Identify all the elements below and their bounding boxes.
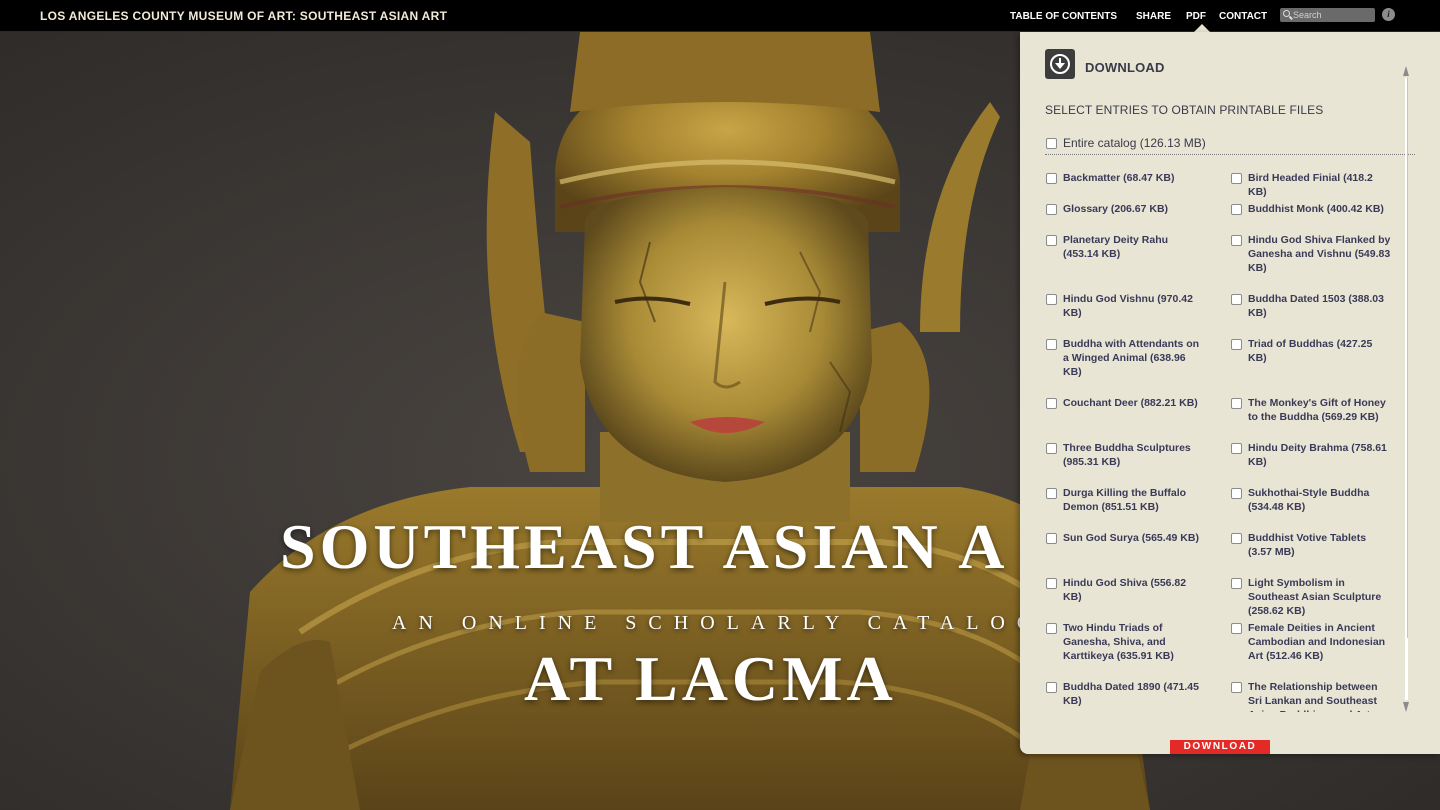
entry-item[interactable]: Buddha Dated 1890 (471.45 KB) <box>1046 680 1206 708</box>
entry-checkbox[interactable] <box>1046 173 1057 184</box>
entry-item[interactable]: Three Buddha Sculptures (985.31 KB) <box>1046 441 1206 469</box>
nav-table-of-contents[interactable]: TABLE OF CONTENTS <box>1010 11 1117 22</box>
nav-share[interactable]: SHARE <box>1136 11 1171 22</box>
entry-label: Buddha with Attendants on a Winged Anima… <box>1063 338 1200 378</box>
entry-checkbox[interactable] <box>1046 488 1057 499</box>
entry-checkbox[interactable] <box>1231 682 1242 693</box>
entry-item[interactable]: The Relationship between Sri Lankan and … <box>1231 680 1391 712</box>
entry-checkbox[interactable] <box>1046 339 1057 350</box>
panel-scrollbar[interactable] <box>1403 66 1411 716</box>
entry-checkbox[interactable] <box>1046 235 1057 246</box>
site-title[interactable]: LOS ANGELES COUNTY MUSEUM OF ART: SOUTHE… <box>40 9 447 23</box>
entry-checkbox[interactable] <box>1231 398 1242 409</box>
entry-item[interactable]: Bird Headed Finial (418.2 KB) <box>1231 171 1391 199</box>
entry-label: Hindu Deity Brahma (758.61 KB) <box>1248 442 1387 468</box>
scroll-up-arrow-icon[interactable] <box>1403 66 1409 76</box>
scroll-thumb[interactable] <box>1405 78 1408 638</box>
top-nav-bar: LOS ANGELES COUNTY MUSEUM OF ART: SOUTHE… <box>0 0 1440 32</box>
entry-item[interactable]: Buddhist Votive Tablets (3.57 MB) <box>1231 531 1391 559</box>
entry-item[interactable]: The Monkey's Gift of Honey to the Buddha… <box>1231 396 1391 424</box>
entry-label: Two Hindu Triads of Ganesha, Shiva, and … <box>1063 622 1174 662</box>
entry-checkbox[interactable] <box>1046 578 1057 589</box>
entry-label: Sukhothai-Style Buddha (534.48 KB) <box>1248 487 1370 513</box>
entry-item[interactable]: Light Symbolism in Southeast Asian Sculp… <box>1231 576 1391 618</box>
entry-item[interactable]: Sun God Surya (565.49 KB) <box>1046 531 1206 545</box>
entry-checkbox[interactable] <box>1046 294 1057 305</box>
entry-item[interactable]: Hindu God Vishnu (970.42 KB) <box>1046 292 1206 320</box>
entry-checkbox[interactable] <box>1046 204 1057 215</box>
entry-checkbox[interactable] <box>1231 204 1242 215</box>
entry-label: Buddha Dated 1503 (388.03 KB) <box>1248 293 1384 319</box>
entry-item[interactable]: Hindu God Shiva Flanked by Ganesha and V… <box>1231 233 1391 275</box>
entry-checkbox[interactable] <box>1231 339 1242 350</box>
entire-catalog-checkbox[interactable] <box>1046 137 1057 149</box>
entry-label: Durga Killing the Buffalo Demon (851.51 … <box>1063 487 1187 513</box>
nav-pdf[interactable]: PDF <box>1186 11 1206 22</box>
entry-label: Planetary Deity Rahu (453.14 KB) <box>1063 234 1169 260</box>
entry-item[interactable]: Buddha Dated 1503 (388.03 KB) <box>1231 292 1391 320</box>
entry-label: The Monkey's Gift of Honey to the Buddha… <box>1248 397 1386 423</box>
entry-label: Buddha Dated 1890 (471.45 KB) <box>1063 681 1199 707</box>
entry-label: Backmatter (68.47 KB) <box>1063 172 1175 184</box>
entry-label: Light Symbolism in Southeast Asian Sculp… <box>1248 577 1382 617</box>
entry-item[interactable]: Buddhist Monk (400.42 KB) <box>1231 202 1391 216</box>
entry-checkbox[interactable] <box>1046 398 1057 409</box>
search-input[interactable] <box>1293 8 1373 22</box>
entry-checkbox[interactable] <box>1231 578 1242 589</box>
entry-label: Hindu God Shiva Flanked by Ganesha and V… <box>1248 234 1391 274</box>
entry-checkbox[interactable] <box>1231 294 1242 305</box>
entry-list[interactable]: Backmatter (68.47 KB) Glossary (206.67 K… <box>1020 167 1405 712</box>
entire-catalog-label: Entire catalog (126.13 MB) <box>1063 136 1206 150</box>
entry-item[interactable]: Hindu Deity Brahma (758.61 KB) <box>1231 441 1391 469</box>
entry-item[interactable]: Sukhothai-Style Buddha (534.48 KB) <box>1231 486 1391 514</box>
download-panel: DOWNLOAD SELECT ENTRIES TO OBTAIN PRINTA… <box>1020 32 1440 754</box>
entry-item[interactable]: Female Deities in Ancient Cambodian and … <box>1231 621 1391 663</box>
entry-checkbox[interactable] <box>1231 235 1242 246</box>
entry-checkbox[interactable] <box>1046 443 1057 454</box>
entry-checkbox[interactable] <box>1231 443 1242 454</box>
entire-catalog-option[interactable]: Entire catalog (126.13 MB) <box>1046 136 1206 150</box>
entry-item[interactable]: Durga Killing the Buffalo Demon (851.51 … <box>1046 486 1206 514</box>
download-icon <box>1045 49 1075 79</box>
entry-checkbox[interactable] <box>1046 533 1057 544</box>
search-box[interactable] <box>1280 8 1375 22</box>
entry-label: Buddhist Votive Tablets (3.57 MB) <box>1248 532 1367 558</box>
panel-instructions: SELECT ENTRIES TO OBTAIN PRINTABLE FILES <box>1045 103 1324 117</box>
panel-heading: DOWNLOAD <box>1085 60 1165 75</box>
entry-item[interactable]: Planetary Deity Rahu (453.14 KB) <box>1046 233 1206 261</box>
entry-label: Couchant Deer (882.21 KB) <box>1063 397 1198 409</box>
entry-checkbox[interactable] <box>1231 488 1242 499</box>
divider <box>1045 154 1415 155</box>
entry-item[interactable]: Couchant Deer (882.21 KB) <box>1046 396 1206 410</box>
entry-label: Bird Headed Finial (418.2 KB) <box>1248 172 1373 198</box>
entry-label: Triad of Buddhas (427.25 KB) <box>1248 338 1373 364</box>
entry-item[interactable]: Two Hindu Triads of Ganesha, Shiva, and … <box>1046 621 1206 663</box>
entry-item[interactable]: Glossary (206.67 KB) <box>1046 202 1206 216</box>
entry-checkbox[interactable] <box>1231 533 1242 544</box>
entry-label: Hindu God Shiva (556.82 KB) <box>1063 577 1187 603</box>
entry-label: Female Deities in Ancient Cambodian and … <box>1248 622 1386 662</box>
search-icon <box>1283 10 1290 17</box>
entry-checkbox[interactable] <box>1046 682 1057 693</box>
entry-item[interactable]: Triad of Buddhas (427.25 KB) <box>1231 337 1391 365</box>
download-button[interactable]: DOWNLOAD <box>1170 740 1270 754</box>
entry-label: Buddhist Monk (400.42 KB) <box>1248 203 1384 215</box>
entry-item[interactable]: Hindu God Shiva (556.82 KB) <box>1046 576 1206 604</box>
entry-checkbox[interactable] <box>1046 623 1057 634</box>
info-icon[interactable]: i <box>1382 8 1395 21</box>
entry-label: Glossary (206.67 KB) <box>1063 203 1169 215</box>
entry-label: Sun God Surya (565.49 KB) <box>1063 532 1199 544</box>
entry-item[interactable]: Buddha with Attendants on a Winged Anima… <box>1046 337 1206 379</box>
nav-contact[interactable]: CONTACT <box>1219 11 1267 22</box>
scroll-down-arrow-icon[interactable] <box>1403 702 1409 712</box>
entry-checkbox[interactable] <box>1231 173 1242 184</box>
entry-label: Hindu God Vishnu (970.42 KB) <box>1063 293 1193 319</box>
entry-item[interactable]: Backmatter (68.47 KB) <box>1046 171 1206 185</box>
entry-label: Three Buddha Sculptures (985.31 KB) <box>1063 442 1191 468</box>
entry-label: The Relationship between Sri Lankan and … <box>1248 681 1378 712</box>
entry-checkbox[interactable] <box>1231 623 1242 634</box>
